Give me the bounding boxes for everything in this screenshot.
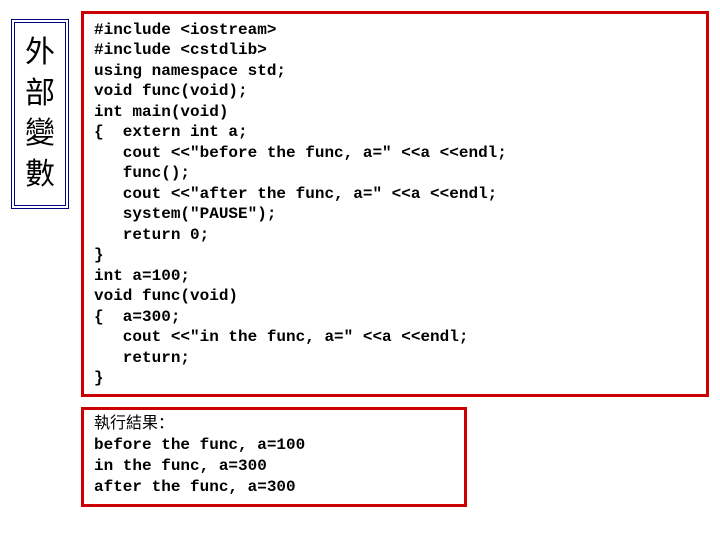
title-box: 外 部 變 數 — [11, 19, 69, 209]
code-line: #include <cstdlib> — [94, 41, 267, 59]
code-line: #include <iostream> — [94, 21, 276, 39]
code-line: cout <<"after the func, a=" <<a <<endl; — [94, 185, 497, 203]
slide-container: 外 部 變 數 #include <iostream> #include <cs… — [11, 11, 709, 507]
code-line: return 0; — [94, 226, 209, 244]
code-line: } — [94, 369, 104, 387]
code-line: void func(void) — [94, 287, 238, 305]
result-line: in the func, a=300 — [94, 456, 454, 477]
title-char-3: 變 — [25, 114, 55, 155]
title-char-2: 部 — [25, 74, 55, 115]
result-line: after the func, a=300 — [94, 477, 454, 498]
right-column: #include <iostream> #include <cstdlib> u… — [81, 11, 709, 507]
code-box: #include <iostream> #include <cstdlib> u… — [81, 11, 709, 397]
title-char-1: 外 — [25, 33, 55, 74]
code-line: using namespace std; — [94, 62, 286, 80]
code-line: int main(void) — [94, 103, 228, 121]
result-box: 執行結果： before the func, a=100 in the func… — [81, 407, 467, 506]
code-line: int a=100; — [94, 267, 190, 285]
code-line: return; — [94, 349, 190, 367]
code-line: { extern int a; — [94, 123, 248, 141]
code-line: cout <<"before the func, a=" <<a <<endl; — [94, 144, 507, 162]
code-line: func(); — [94, 164, 190, 182]
result-line: before the func, a=100 — [94, 435, 454, 456]
code-line: { a=300; — [94, 308, 180, 326]
code-line: } — [94, 246, 104, 264]
code-line: cout <<"in the func, a=" <<a <<endl; — [94, 328, 468, 346]
result-label: 執行結果： — [94, 414, 454, 435]
code-line: system("PAUSE"); — [94, 205, 276, 223]
code-line: void func(void); — [94, 82, 248, 100]
title-char-4: 數 — [25, 155, 55, 196]
